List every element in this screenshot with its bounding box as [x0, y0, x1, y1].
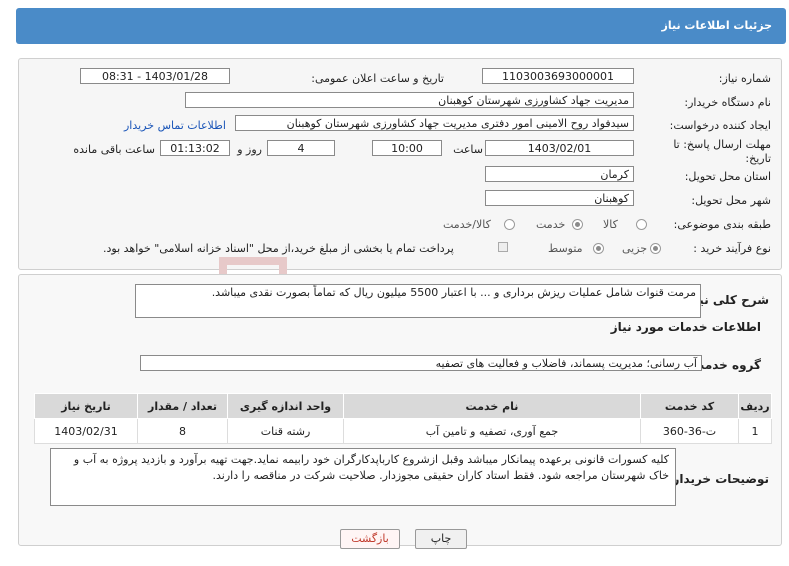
cell-need-date: 1403/02/31	[34, 418, 138, 444]
process-type-label: نوع فرآیند خرید :	[693, 242, 771, 255]
category-goods-service-radio[interactable]	[504, 219, 515, 230]
col-row-number: ردیف	[738, 393, 772, 419]
creator-label: ایجاد کننده درخواست:	[669, 119, 771, 132]
days-label: روز و	[237, 143, 262, 156]
process-minor-label: جزیی	[622, 242, 648, 255]
cell-service-name: جمع آوری، تصفیه و تامین آب	[343, 418, 641, 444]
province-label: استان محل تحویل:	[684, 170, 771, 183]
need-number-field[interactable]: 1103003693000001	[482, 68, 634, 84]
col-quantity: تعداد / مقدار	[137, 393, 228, 419]
buyer-org-field[interactable]: مدیریت جهاد کشاورزی شهرستان کوهبنان	[185, 92, 634, 108]
page-title: جزئیات اطلاعات نیاز	[661, 19, 773, 32]
buyer-notes-textarea[interactable]: کلیه کسورات قانونی برعهده پیمانکار میباش…	[50, 448, 676, 506]
deadline-label-date: تاریخ:	[745, 152, 771, 165]
deadline-time-label: ساعت	[453, 143, 483, 156]
table-row: 1 ت-36-360 جمع آوری، تصفیه و تامین آب رش…	[34, 418, 772, 444]
col-unit: واحد اندازه گیری	[227, 393, 344, 419]
cell-unit: رشته قنات	[227, 418, 344, 444]
process-minor-radio[interactable]	[650, 243, 661, 254]
process-medium-radio[interactable]	[593, 243, 604, 254]
summary-textarea[interactable]: مرمت قنوات شامل عملیات ریزش برداری و ...…	[135, 284, 701, 318]
service-group-field[interactable]: آب رسانی؛ مدیریت پسماند، فاضلاب و فعالیت…	[140, 355, 702, 371]
category-goods-service-label: کالا/خدمت	[443, 218, 491, 231]
category-goods-radio[interactable]	[636, 219, 647, 230]
announce-datetime-field[interactable]: 1403/01/28 - 08:31	[80, 68, 230, 84]
process-medium-label: متوسط	[548, 242, 583, 255]
treasury-payment-checkbox[interactable]	[498, 242, 508, 252]
deadline-time-field[interactable]: 10:00	[372, 140, 442, 156]
deadline-date-field[interactable]: 1403/02/01	[485, 140, 634, 156]
category-label: طبقه بندی موضوعی:	[673, 218, 771, 231]
city-label: شهر محل تحویل:	[691, 194, 771, 207]
buyer-org-label: نام دستگاه خریدار:	[684, 96, 771, 109]
cell-service-code: ت-36-360	[640, 418, 739, 444]
print-button[interactable]: چاپ	[415, 529, 467, 549]
cell-quantity: 8	[137, 418, 228, 444]
remaining-time-field[interactable]: 01:13:02	[160, 140, 230, 156]
treasury-payment-note: پرداخت تمام یا بخشی از مبلغ خرید،از محل …	[103, 242, 454, 255]
table-header-row: ردیف کد خدمت نام خدمت واحد اندازه گیری ت…	[34, 393, 772, 419]
services-table: ردیف کد خدمت نام خدمت واحد اندازه گیری ت…	[34, 393, 772, 444]
category-goods-label: کالا	[603, 218, 618, 231]
col-need-date: تاریخ نیاز	[34, 393, 138, 419]
province-field[interactable]: کرمان	[485, 166, 634, 182]
category-service-label: خدمت	[536, 218, 566, 231]
category-service-radio[interactable]	[572, 219, 583, 230]
announce-datetime-label: تاریخ و ساعت اعلان عمومی:	[311, 72, 444, 85]
cell-row-number: 1	[738, 418, 772, 444]
days-field[interactable]: 4	[267, 140, 335, 156]
need-info-panel	[18, 58, 782, 270]
page-header: جزئیات اطلاعات نیاز	[16, 8, 786, 44]
remaining-time-label: ساعت باقی مانده	[73, 143, 155, 156]
services-title: اطلاعات خدمات مورد نیاز	[610, 320, 761, 334]
col-service-name: نام خدمت	[343, 393, 641, 419]
creator-field[interactable]: سیدفواد روح الامینی امور دفتری مدیریت جه…	[235, 115, 634, 131]
city-field[interactable]: کوهبنان	[485, 190, 634, 206]
back-button[interactable]: بازگشت	[340, 529, 400, 549]
buyer-notes-label: توضیحات خریدار:	[667, 472, 769, 486]
col-service-code: کد خدمت	[640, 393, 739, 419]
deadline-label: مهلت ارسال پاسخ: تا	[673, 138, 771, 151]
buyer-contact-link[interactable]: اطلاعات تماس خریدار	[124, 119, 226, 132]
need-number-label: شماره نیاز:	[718, 72, 771, 85]
